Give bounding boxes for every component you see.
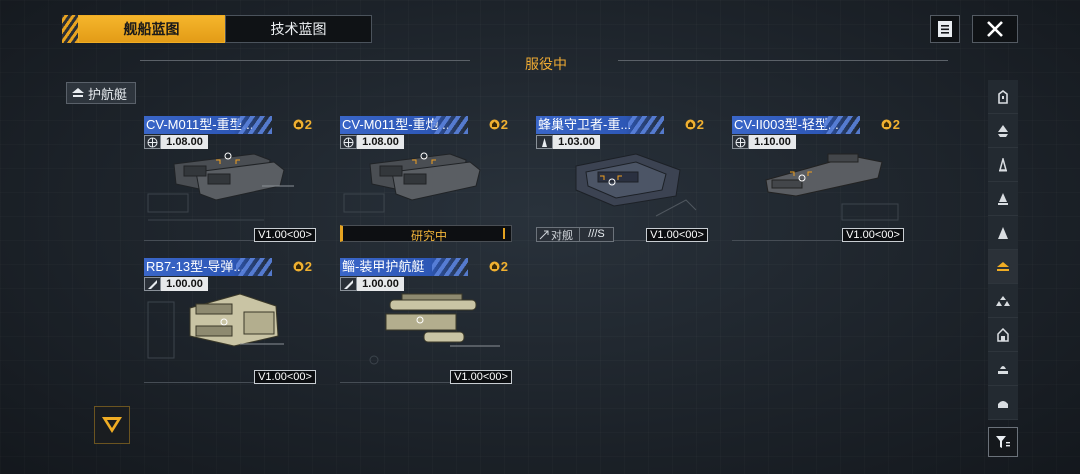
ship-card[interactable]: 鲻-装甲护航艇 2 1.00.00 V1.00<00> — [340, 258, 512, 384]
ship-card[interactable]: RB7-13型-导弹... 2 1.00.00 V1.00<00> — [144, 258, 316, 384]
ship-artwork — [147, 152, 294, 221]
tier-badge-icon — [489, 261, 500, 272]
ship-artwork — [343, 152, 481, 213]
ship-tier: 2 — [293, 117, 312, 132]
version-row: 1.00.00 — [340, 277, 404, 291]
version-number: 1.10.00 — [749, 135, 796, 149]
ship-tier: 2 — [685, 117, 704, 132]
version-row: 1.08.00 — [340, 135, 404, 149]
research-status-bar: 研究中 — [340, 225, 512, 243]
ship-class-sidebar — [988, 80, 1018, 460]
wing-icon — [144, 277, 161, 291]
ship-artwork — [369, 293, 500, 365]
tower-icon — [536, 135, 553, 149]
research-marker — [503, 228, 505, 239]
collapse-toggle-button[interactable] — [94, 406, 130, 444]
version-number: 1.03.00 — [553, 135, 600, 149]
sidebar-item-station[interactable] — [988, 318, 1018, 352]
tier-badge-icon — [881, 119, 892, 130]
tier-badge-icon — [293, 119, 304, 130]
ship-name: RB7-13型-导弹... — [144, 258, 272, 276]
ship-class-4-icon — [998, 192, 1008, 205]
blueprint-tabs: 舰船蓝图 技术蓝图 — [62, 15, 372, 43]
cluster-icon — [996, 295, 1010, 306]
sidebar-item-escort[interactable] — [988, 250, 1018, 284]
close-button[interactable] — [972, 15, 1018, 43]
version-row: 1.03.00 — [536, 135, 600, 149]
wing-icon — [340, 277, 357, 291]
sidebar-item-dome[interactable] — [988, 386, 1018, 420]
status-title: 服役中 — [525, 56, 567, 72]
ship-name: 鲻-装甲护航艇 — [340, 258, 468, 276]
sidebar-item-cluster[interactable] — [988, 284, 1018, 318]
tab-ship-blueprint[interactable]: 舰船蓝图 — [78, 15, 225, 43]
ship-name: 蜂巢守卫者-重... — [536, 116, 664, 134]
category-escort-button[interactable]: 护航艇 — [66, 82, 136, 104]
sidebar-item-class-1[interactable] — [988, 80, 1018, 114]
globe-icon — [340, 135, 357, 149]
version-row: 1.08.00 — [144, 135, 208, 149]
ship-name: CV-M011型-重炮... — [340, 116, 468, 134]
escort-icon — [997, 261, 1009, 271]
sidebar-item-carrier[interactable] — [988, 352, 1018, 386]
ship-card[interactable]: CV-M011型-重炮... 2 1.08.00 研究中 — [340, 116, 512, 243]
variant-label: V1.00<00> — [646, 228, 708, 242]
filter-button[interactable] — [988, 427, 1018, 457]
ship-tier: 2 — [881, 117, 900, 132]
ship-card[interactable]: CV-II003型-轻型... 2 1.10.00 V1.00<00> — [732, 116, 904, 242]
role-tag: 对舰 — [536, 227, 580, 242]
research-label: 研究中 — [411, 229, 448, 243]
anti-ship-icon — [539, 230, 549, 239]
dome-icon — [998, 400, 1008, 408]
sidebar-item-class-3[interactable] — [988, 148, 1018, 182]
ship-name: CV-II003型-轻型... — [732, 116, 860, 134]
variant-label: V1.00<00> — [842, 228, 904, 242]
ship-card[interactable]: 蜂巢守卫者-重... 2 1.03.00 对舰 ///S V1.00<00> — [536, 116, 708, 242]
ship-class-2-icon — [998, 124, 1008, 137]
version-row: 1.00.00 — [144, 277, 208, 291]
ship-tier: 2 — [489, 117, 508, 132]
version-row: 1.10.00 — [732, 135, 796, 149]
ship-card[interactable]: CV-M011型-重型... 2 1.08.00 V1.00<00> — [144, 116, 316, 242]
tab-stripe-decoration — [62, 15, 78, 43]
version-number: 1.08.00 — [357, 135, 404, 149]
escort-class-icon — [72, 88, 84, 97]
sidebar-item-class-4[interactable] — [988, 182, 1018, 216]
category-label: 护航艇 — [88, 86, 128, 102]
ship-artwork — [575, 153, 697, 217]
globe-icon — [144, 135, 161, 149]
header-line-right — [618, 60, 948, 61]
version-number: 1.00.00 — [161, 277, 208, 291]
tab-tech-blueprint[interactable]: 技术蓝图 — [225, 15, 372, 43]
grade-tag: ///S — [580, 227, 614, 242]
tier-badge-icon — [293, 261, 304, 272]
ship-class-5-icon — [998, 226, 1008, 239]
filter-icon — [996, 436, 1010, 448]
ship-artwork — [147, 293, 284, 359]
variant-label: V1.00<00> — [254, 228, 316, 242]
chevron-down-icon — [102, 417, 122, 433]
ship-class-1-icon — [998, 89, 1008, 104]
tier-badge-icon — [489, 119, 500, 130]
close-icon — [987, 21, 1003, 37]
globe-icon — [732, 135, 749, 149]
ship-artwork — [765, 153, 899, 221]
version-number: 1.08.00 — [161, 135, 208, 149]
carrier-icon — [998, 365, 1008, 374]
version-number: 1.00.00 — [357, 277, 404, 291]
station-icon — [997, 327, 1009, 342]
document-icon — [938, 21, 952, 37]
ship-class-3-icon — [999, 157, 1007, 171]
header-line-left — [140, 60, 470, 61]
variant-label: V1.00<00> — [450, 370, 512, 384]
sidebar-item-class-2[interactable] — [988, 114, 1018, 148]
role-tags: 对舰 ///S — [536, 227, 614, 242]
ship-tier: 2 — [489, 259, 508, 274]
variant-label: V1.00<00> — [254, 370, 316, 384]
sidebar-item-class-5[interactable] — [988, 216, 1018, 250]
ship-name: CV-M011型-重型... — [144, 116, 272, 134]
tier-badge-icon — [685, 119, 696, 130]
document-button[interactable] — [930, 15, 960, 43]
ship-tier: 2 — [293, 259, 312, 274]
